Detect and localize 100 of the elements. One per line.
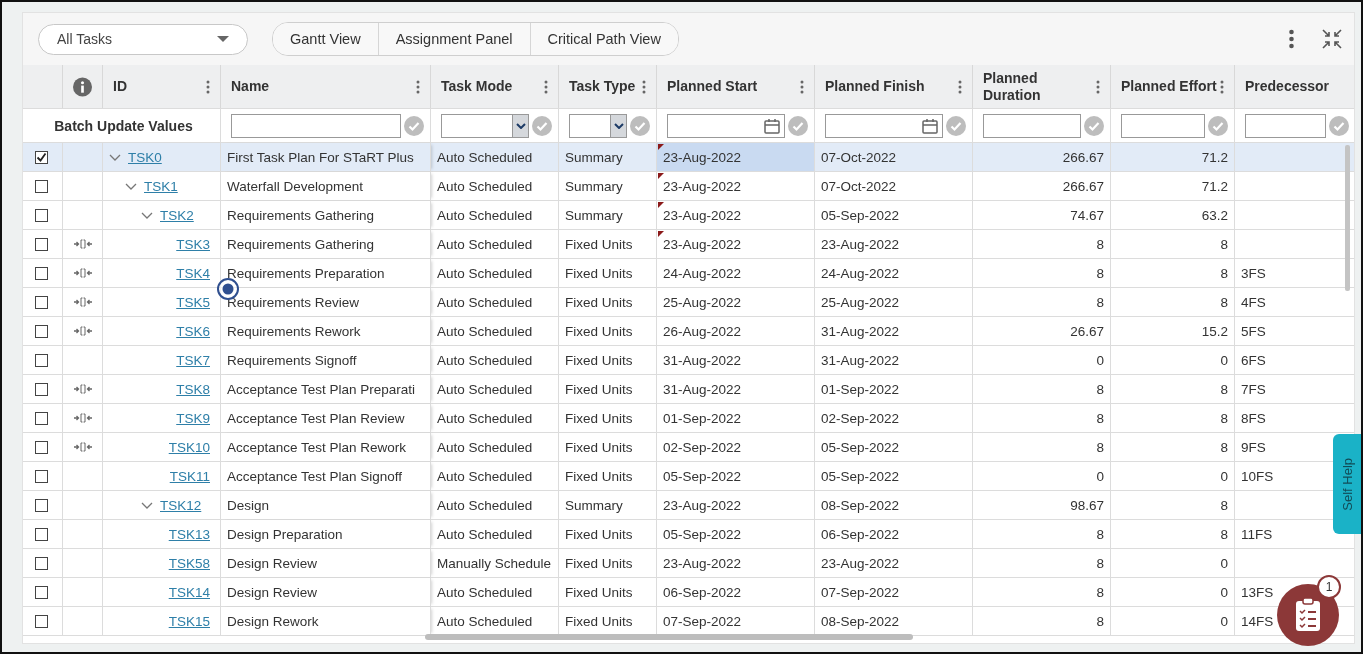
view-tab[interactable]: Gantt View [273,23,379,55]
row-checkbox[interactable] [35,237,48,251]
column-menu-icon[interactable] [1220,79,1224,94]
select-field[interactable] [441,113,529,138]
apply-check-icon[interactable] [1084,115,1104,136]
column-header[interactable]: Name [231,78,270,95]
collapse-icon[interactable] [1322,29,1342,49]
view-tab[interactable]: Assignment Panel [378,23,531,55]
column-menu-icon[interactable] [544,79,548,94]
view-tab[interactable]: Critical Path View [530,23,678,55]
task-type-cell: Summary [565,178,623,194]
task-id-link[interactable]: TSK12 [160,497,202,513]
calendar-icon[interactable] [922,117,938,134]
task-name-cell: Requirements Signoff [227,352,357,368]
column-menu-icon[interactable] [642,79,646,94]
task-id-link[interactable]: TSK6 [176,323,210,339]
row-checkbox[interactable] [35,440,48,454]
apply-check-icon[interactable] [404,115,424,136]
row-checkbox[interactable] [35,556,48,570]
column-menu-icon[interactable] [206,79,210,94]
task-id-link[interactable]: TSK14 [168,584,210,600]
apply-check-icon[interactable] [788,115,808,136]
task-name-cell: Acceptance Test Plan Rework [227,439,407,455]
column-header[interactable]: Task Mode [441,78,513,95]
task-id-link[interactable]: TSK3 [176,236,210,252]
effort-cell: 8 [1220,265,1228,281]
apply-check-icon[interactable] [1329,115,1349,136]
column-header[interactable]: Planned Duration [983,69,1083,104]
column-menu-icon[interactable] [800,79,804,94]
duration-cell: 8 [1096,613,1104,629]
self-help-tab[interactable]: Self Help [1333,434,1361,534]
task-id-link[interactable]: TSK2 [160,207,194,223]
select-field[interactable] [569,113,627,138]
task-id-link[interactable]: TSK15 [168,613,210,629]
row-checkbox[interactable] [35,585,48,599]
task-id-link[interactable]: TSK11 [169,468,210,484]
input-field[interactable] [1245,113,1326,138]
column-header[interactable]: Planned Start [667,78,758,95]
apply-check-icon[interactable] [630,115,650,136]
task-id-link[interactable]: TSK5 [176,294,210,310]
apply-check-icon[interactable] [1208,115,1228,136]
task-id-link[interactable]: TSK9 [176,410,210,426]
task-id-link[interactable]: TSK8 [176,381,210,397]
expand-chevron-icon[interactable] [141,211,153,219]
column-menu-icon[interactable] [1096,79,1100,94]
column-header[interactable]: ID [113,78,127,95]
info-icon[interactable] [73,76,92,97]
row-checkbox[interactable] [35,382,48,396]
column-header[interactable]: Planned Effort [1121,78,1217,95]
task-id-link[interactable]: TSK4 [176,265,210,281]
row-checkbox[interactable] [35,179,48,193]
task-id-link[interactable]: TSK10 [168,439,210,455]
effort-cell: 8 [1220,410,1228,426]
task-id-link[interactable]: TSK58 [168,555,210,571]
row-checkbox[interactable] [35,498,48,512]
expand-chevron-icon[interactable] [141,501,153,509]
column-header[interactable]: Task Type [569,78,636,95]
date-cell: 06-Sep-2022 [821,526,900,542]
date-field[interactable] [667,113,785,138]
task-filter-dropdown[interactable]: All Tasks [38,23,248,55]
task-id-link[interactable]: TSK13 [168,526,210,542]
column-header[interactable]: Planned Finish [825,78,925,95]
row-checkbox[interactable] [35,353,48,367]
row-checkbox[interactable] [35,208,48,222]
input-field[interactable] [983,113,1081,138]
calendar-icon[interactable] [764,117,780,134]
task-name-cell: Acceptance Test Plan Preparati [227,381,416,397]
date-cell: 07-Sep-2022 [663,613,742,629]
row-checkbox[interactable] [35,527,48,541]
task-name-cell: Acceptance Test Plan Review [227,410,405,426]
task-type-cell: Summary [565,497,623,513]
input-field[interactable] [231,113,401,138]
horizontal-scrollbar[interactable] [425,634,913,640]
row-checkbox[interactable] [35,614,48,628]
column-header[interactable]: Predecessor [1245,78,1330,95]
input-field[interactable] [1121,113,1205,138]
row-checkbox[interactable] [35,469,48,483]
task-id-link[interactable]: TSK0 [128,149,162,165]
column-menu-icon[interactable] [958,79,962,94]
task-type-cell: Fixed Units [565,584,633,600]
apply-check-icon[interactable] [532,115,552,136]
link-icon [73,239,92,249]
expand-chevron-icon[interactable] [109,153,121,161]
duration-cell: 8 [1096,294,1104,310]
row-checkbox[interactable] [35,266,48,280]
column-menu-icon[interactable] [416,79,420,94]
date-field[interactable] [825,113,943,138]
row-checkbox[interactable] [35,150,48,164]
task-id-link[interactable]: TSK7 [176,352,210,368]
row-checkbox[interactable] [35,324,48,338]
date-cell: 23-Aug-2022 [663,497,742,513]
more-options-icon[interactable] [1289,29,1294,49]
apply-check-icon[interactable] [946,115,966,136]
vertical-scrollbar[interactable] [1345,145,1350,291]
task-mode-cell: Auto Scheduled [437,468,533,484]
date-cell: 25-Aug-2022 [821,294,900,310]
row-checkbox[interactable] [35,411,48,425]
task-id-link[interactable]: TSK1 [144,178,178,194]
expand-chevron-icon[interactable] [125,182,137,190]
row-checkbox[interactable] [35,295,48,309]
